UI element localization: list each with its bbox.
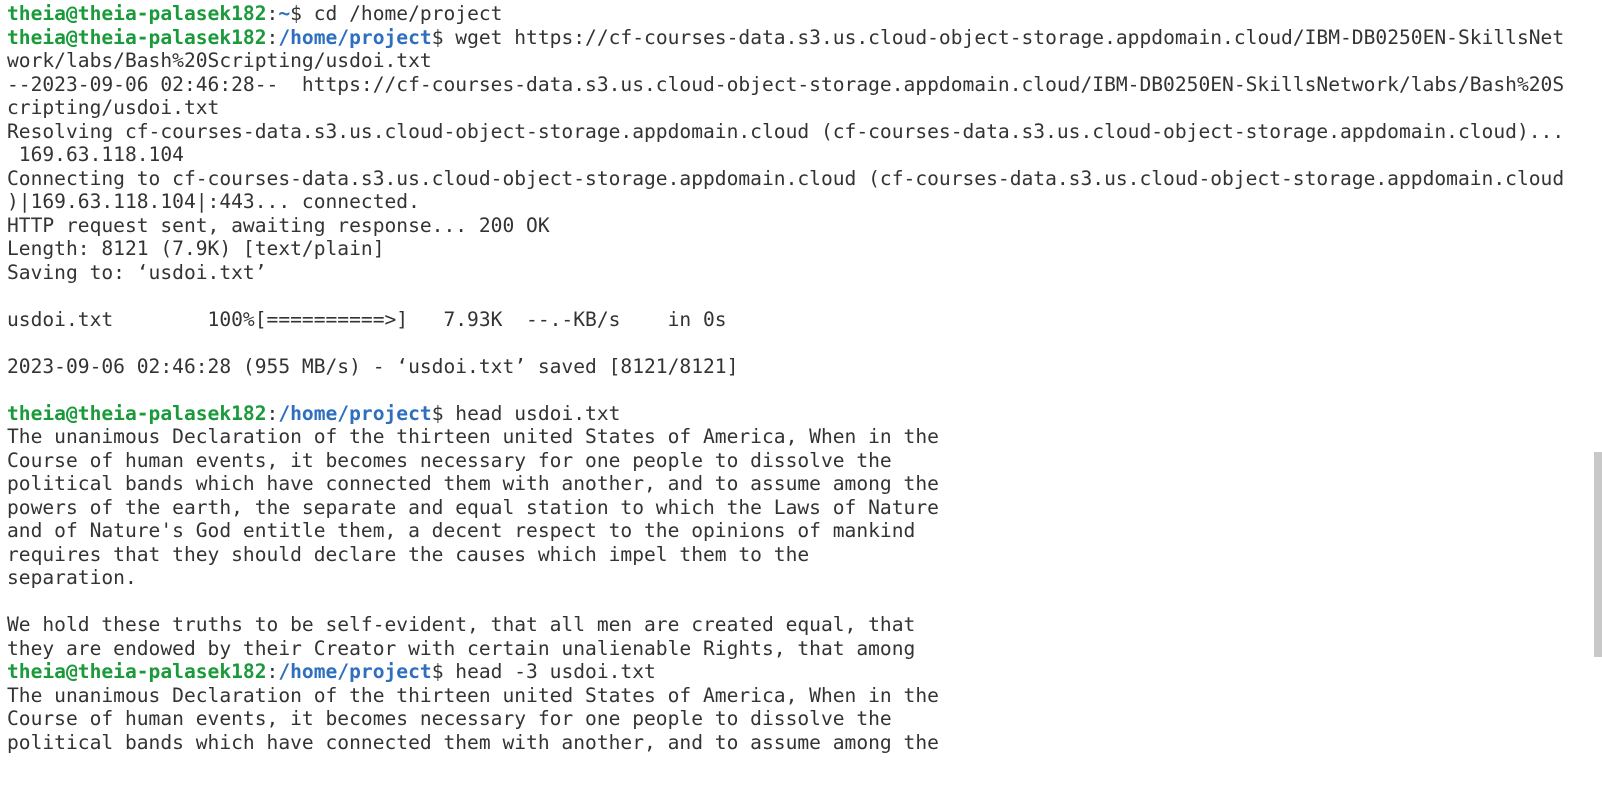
output-line: political bands which have connected the… bbox=[7, 472, 939, 495]
prompt-line: theia@theia-palasek182:/home/project$ wg… bbox=[7, 26, 1588, 50]
output-line: requires that they should declare the ca… bbox=[7, 542, 810, 566]
output-line: We hold these truths to be self-evident,… bbox=[7, 613, 916, 636]
command-text: head usdoi.txt bbox=[455, 401, 621, 425]
prompt-symbol: $ bbox=[431, 25, 456, 49]
output-line: cripting/usdoi.txt bbox=[7, 96, 220, 119]
output-line: The unanimous Declaration of the thirtee… bbox=[7, 425, 939, 448]
prompt-symbol: $ bbox=[431, 401, 456, 425]
prompt-path: /home/project bbox=[278, 660, 432, 683]
prompt-line: theia@theia-palasek182:/home/project$ he… bbox=[7, 402, 1588, 426]
command-text: wget https://cf-courses-data.s3.us.cloud… bbox=[455, 25, 1565, 49]
prompt-separator: : bbox=[266, 401, 279, 425]
prompt-symbol: $ bbox=[290, 2, 314, 25]
prompt-separator: : bbox=[266, 25, 279, 49]
output-line: they are endowed by their Creator with c… bbox=[7, 636, 916, 660]
command-text: head -3 usdoi.txt bbox=[455, 660, 656, 683]
prompt-path: /home/project bbox=[278, 25, 432, 49]
output-line: Course of human events, it becomes neces… bbox=[7, 707, 892, 730]
output-line: separation. bbox=[7, 566, 137, 589]
output-line: Length: 8121 (7.9K) [text/plain] bbox=[7, 237, 385, 260]
output-line: usdoi.txt 100%[==========>] 7.93K --.-KB… bbox=[7, 307, 727, 331]
output-line: )|169.63.118.104|:443... connected. bbox=[7, 190, 420, 213]
prompt-line: theia@theia-palasek182:/home/project$ he… bbox=[7, 660, 1588, 684]
output-line: 2023-09-06 02:46:28 (955 MB/s) - ‘usdoi.… bbox=[7, 354, 739, 378]
prompt-path: ~ bbox=[278, 2, 291, 25]
output-line: Course of human events, it becomes neces… bbox=[7, 448, 892, 472]
prompt-user-host: theia@theia-palasek182 bbox=[7, 2, 267, 25]
output-line: The unanimous Declaration of the thirtee… bbox=[7, 683, 939, 707]
prompt-separator: : bbox=[266, 660, 279, 683]
output-line: --2023-09-06 02:46:28-- https://cf-cours… bbox=[7, 72, 1565, 96]
prompt-path: /home/project bbox=[278, 401, 432, 425]
prompt-user-host: theia@theia-palasek182 bbox=[7, 401, 267, 425]
terminal-output[interactable]: theia@theia-palasek182:~$ cd /home/proje… bbox=[0, 0, 1588, 788]
output-line: HTTP request sent, awaiting response... … bbox=[7, 213, 550, 237]
output-line: Resolving cf-courses-data.s3.us.cloud-ob… bbox=[7, 119, 1565, 143]
vertical-scrollbar-thumb[interactable] bbox=[1594, 452, 1602, 657]
prompt-separator: : bbox=[266, 2, 279, 25]
prompt-user-host: theia@theia-palasek182 bbox=[7, 25, 267, 49]
prompt-line: theia@theia-palasek182:~$ cd /home/proje… bbox=[7, 2, 1588, 26]
prompt-symbol: $ bbox=[431, 660, 456, 683]
output-line: political bands which have connected the… bbox=[7, 730, 939, 754]
output-line: and of Nature's God entitle them, a dece… bbox=[7, 519, 916, 542]
output-line: Connecting to cf-courses-data.s3.us.clou… bbox=[7, 166, 1565, 190]
output-line: 169.63.118.104 bbox=[7, 143, 184, 166]
command-text: cd /home/project bbox=[313, 2, 503, 25]
output-line: Saving to: ‘usdoi.txt’ bbox=[7, 260, 267, 284]
prompt-user-host: theia@theia-palasek182 bbox=[7, 660, 267, 683]
output-line: work/labs/Bash%20Scripting/usdoi.txt bbox=[7, 49, 432, 72]
output-line: powers of the earth, the separate and eq… bbox=[7, 495, 939, 519]
